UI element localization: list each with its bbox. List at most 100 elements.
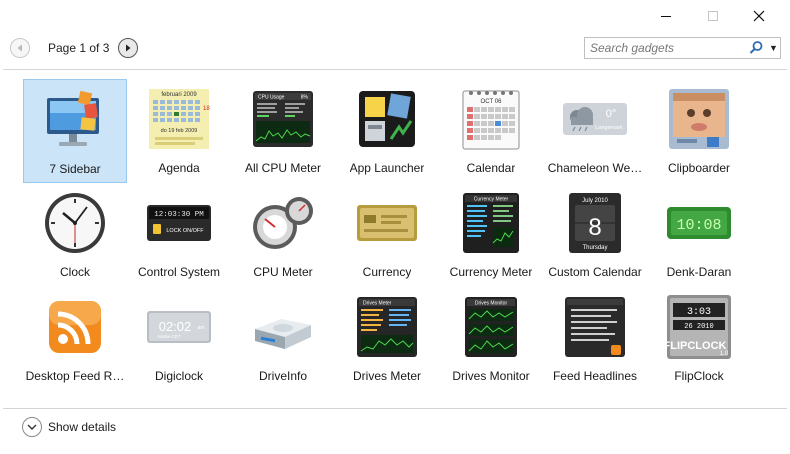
custom-cal-day-text: 8 xyxy=(588,214,601,241)
analog-clock-icon xyxy=(43,191,107,255)
gadget-tile[interactable]: 02:02 am Adobe-CDT Digiclock xyxy=(127,287,231,391)
gadget-label: Clock xyxy=(59,265,90,279)
clipboard-photo-icon xyxy=(667,87,731,151)
gadget-tile[interactable]: OCT 06 Calendar xyxy=(439,79,543,183)
gadget-label: DriveInfo xyxy=(258,369,308,383)
search-input[interactable] xyxy=(585,41,740,55)
maximize-button xyxy=(690,2,736,30)
bottom-divider xyxy=(3,408,787,409)
custom-cal-weekday-text: Thursday xyxy=(582,245,607,251)
cpu-gauge-icon xyxy=(251,191,315,255)
gadget-tile[interactable]: 7 Sidebar xyxy=(23,79,127,183)
gadget-label: FlipClock xyxy=(674,369,724,383)
minimize-button[interactable] xyxy=(643,2,689,30)
gadget-tile[interactable]: Desktop Feed R… xyxy=(23,287,127,391)
gadget-grid: 7 Sidebar februari 2009 18 do 19 feb 200… xyxy=(23,79,779,391)
agenda-calendar-icon: februari 2009 18 do 19 feb 2009 xyxy=(147,87,211,151)
weather-cloud-icon: 0° Langemark xyxy=(563,87,627,151)
gadget-tile[interactable]: Clock xyxy=(23,183,127,287)
gadget-tile[interactable]: Feed Headlines xyxy=(543,287,647,391)
gadget-tile[interactable]: CPU Meter xyxy=(231,183,335,287)
page-indicator: Page 1 of 3 xyxy=(48,41,110,55)
gadget-label: Chameleon We… xyxy=(547,161,643,175)
gadget-tile[interactable]: July 2010 8 Thursday Custom Calendar xyxy=(543,183,647,287)
drives-meter-icon: Drives Meter xyxy=(355,295,419,359)
close-icon xyxy=(753,10,765,22)
flip-date-text: 26 2010 xyxy=(684,323,713,331)
custom-calendar-icon: July 2010 8 Thursday xyxy=(563,191,627,255)
gadget-tile[interactable]: Drives Monitor Drives Monitor xyxy=(439,287,543,391)
gadget-tile[interactable]: CPU Usage 8% All CPU Meter xyxy=(231,79,335,183)
title-bar xyxy=(0,0,790,30)
flip-brand-text: FLIPCLOCK xyxy=(667,340,727,352)
gadget-label: Calendar xyxy=(466,161,516,175)
gadget-tile[interactable]: DriveInfo xyxy=(231,287,335,391)
control-time-text: 12:03:30 PM xyxy=(154,211,204,219)
cpu-percent-text: 8% xyxy=(301,95,309,101)
currency-meter-title-text: Currency Meter xyxy=(474,197,509,203)
cpu-title-text: CPU Usage xyxy=(258,95,285,101)
gadget-label: Feed Headlines xyxy=(552,369,638,383)
green-digital-icon: 10:08 xyxy=(667,191,731,255)
gadget-label: Clipboarder xyxy=(667,161,731,175)
flip-clock-icon: 3:03 26 2010 FLIPCLOCK 1.0 xyxy=(664,295,731,359)
agenda-day-text: 18 xyxy=(203,106,210,112)
currency-card-icon xyxy=(355,191,419,255)
expand-chevron-icon[interactable] xyxy=(22,417,42,437)
arrow-right-icon xyxy=(126,44,131,52)
gadget-label: Custom Calendar xyxy=(548,265,642,279)
gadget-label: Digiclock xyxy=(154,369,203,383)
gadget-label: CPU Meter xyxy=(253,265,313,279)
top-divider xyxy=(3,69,787,70)
gadget-tile[interactable]: 0° Langemark Chameleon We… xyxy=(543,79,647,183)
currency-meter-icon: Currency Meter xyxy=(459,191,523,255)
gadget-label: Agenda xyxy=(158,161,200,175)
previous-page-button[interactable] xyxy=(10,38,30,58)
digiclock-time-text: 02:02 xyxy=(159,319,192,334)
search-icon[interactable] xyxy=(748,40,764,56)
weather-temp-text: 0° xyxy=(606,108,617,120)
gadget-tile[interactable]: Currency Meter Currency Meter xyxy=(439,183,543,287)
gadget-label: Currency xyxy=(362,265,412,279)
gadget-tile[interactable]: februari 2009 18 do 19 feb 2009 Agenda xyxy=(127,79,231,183)
flip-version-text: 1.0 xyxy=(720,351,729,357)
gadget-label: All CPU Meter xyxy=(244,161,321,175)
show-details-toggle[interactable]: Show details xyxy=(22,417,116,437)
control-system-icon: 12:03:30 PM LOCK ON/OFF xyxy=(147,191,211,255)
search-dropdown-icon[interactable]: ▼ xyxy=(769,43,778,53)
agenda-footer-text: do 19 feb 2009 xyxy=(161,128,198,134)
spiral-calendar-icon: OCT 06 xyxy=(459,87,523,151)
gadget-tile[interactable]: 3:03 26 2010 FLIPCLOCK 1.0 FlipClock xyxy=(647,287,751,391)
flip-top-text: 3:03 xyxy=(687,307,711,318)
pager: Page 1 of 3 xyxy=(10,37,139,59)
app-launcher-icon xyxy=(355,87,419,151)
digiclock-ampm-text: am xyxy=(198,325,205,331)
denk-time-text: 10:08 xyxy=(676,217,721,234)
gadget-label: Denk-Daran xyxy=(666,265,732,279)
gadget-tile[interactable]: App Launcher xyxy=(335,79,439,183)
gadget-tile[interactable]: Clipboarder xyxy=(647,79,751,183)
drives-meter-title-text: Drives Meter xyxy=(363,301,392,307)
arrow-left-icon xyxy=(17,44,22,52)
weather-place-text: Langemark xyxy=(595,125,623,131)
calendar-month-text: OCT 06 xyxy=(481,99,503,105)
show-details-label: Show details xyxy=(48,420,117,434)
digiclock-sub-text: Adobe-CDT xyxy=(157,334,181,339)
agenda-month-text: februari 2009 xyxy=(161,92,197,98)
gadget-tile[interactable]: 10:08 Denk-Daran xyxy=(647,183,751,287)
cpu-usage-meter-icon: CPU Usage 8% xyxy=(251,87,315,151)
gadget-label: App Launcher xyxy=(349,161,425,175)
gadget-label: 7 Sidebar xyxy=(49,162,101,176)
feed-headlines-icon xyxy=(563,295,627,359)
gadget-label: Desktop Feed R… xyxy=(25,369,125,383)
rss-feed-icon xyxy=(43,295,107,359)
maximize-icon xyxy=(708,11,718,21)
gadget-tile[interactable]: Currency xyxy=(335,183,439,287)
close-button[interactable] xyxy=(736,2,782,30)
digital-clock-icon: 02:02 am Adobe-CDT xyxy=(147,295,211,359)
gadget-label: Drives Meter xyxy=(352,369,421,383)
gadget-label: Drives Monitor xyxy=(452,369,530,383)
gadget-tile[interactable]: Drives Meter Drives Meter xyxy=(335,287,439,391)
next-page-button[interactable] xyxy=(118,38,139,58)
gadget-tile[interactable]: 12:03:30 PM LOCK ON/OFF Control System xyxy=(127,183,231,287)
